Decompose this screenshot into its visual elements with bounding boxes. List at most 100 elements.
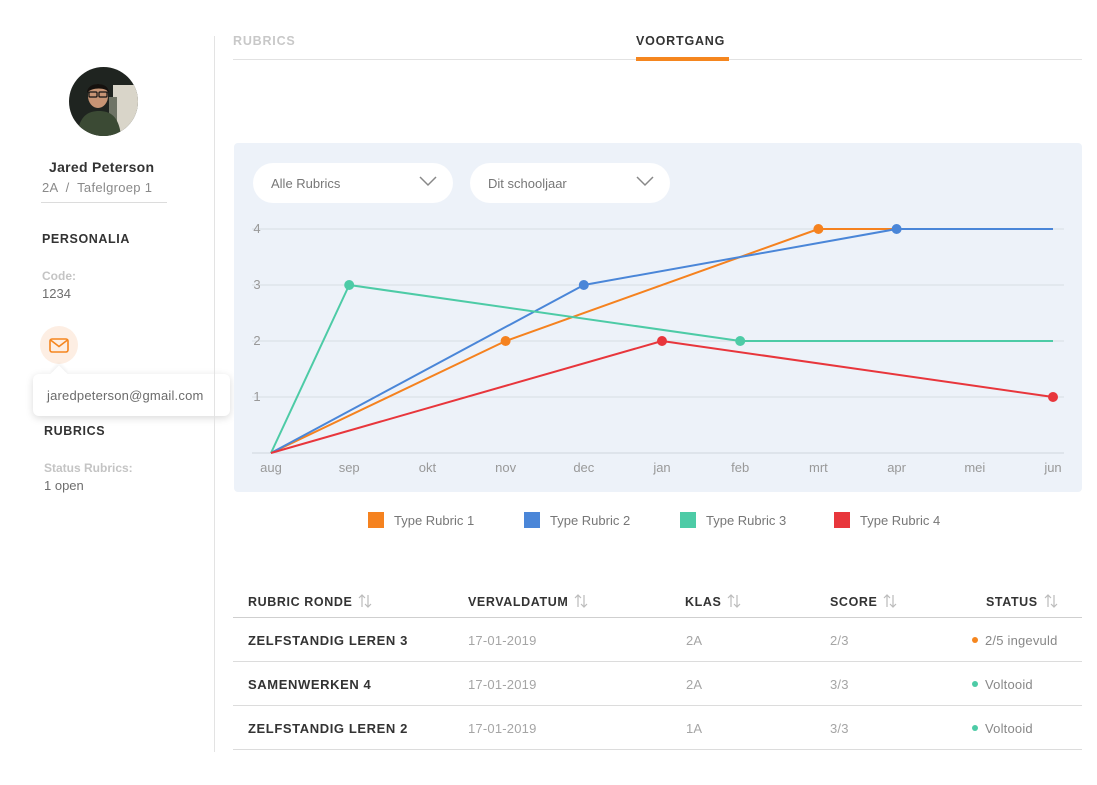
tab-voortgang[interactable]: VOORTGANG	[636, 34, 725, 48]
cell-ronde: ZELFSTANDIG LEREN 3	[248, 633, 408, 648]
x-tick-label: jan	[652, 460, 670, 475]
rubric-filter-value: Alle Rubrics	[271, 175, 341, 191]
cell-status: Voltooid	[972, 721, 1033, 736]
chevron-down-icon	[636, 176, 654, 187]
x-tick-label: dec	[573, 460, 594, 475]
sort-icon	[884, 594, 897, 608]
data-point-1	[500, 336, 511, 346]
status-text: Voltooid	[985, 677, 1033, 692]
cell-klas: 1A	[686, 721, 703, 736]
x-tick-label: apr	[887, 460, 906, 475]
cell-ronde: SAMENWERKEN 4	[248, 677, 372, 692]
code-value: 1234	[42, 286, 71, 301]
mail-icon	[49, 337, 69, 353]
column-header-vervaldatum[interactable]: VERVALDATUM	[468, 593, 589, 609]
y-tick-label: 2	[253, 333, 260, 348]
x-tick-label: mrt	[809, 460, 828, 475]
cell-score: 3/3	[830, 721, 849, 736]
sort-icon	[574, 594, 588, 608]
profile-sidebar: Jared Peterson 2A / Tafelgroep 1 PERSONA…	[0, 0, 230, 785]
sort-icon	[1044, 594, 1058, 608]
legend-item-rubric-3[interactable]: Type Rubric 3	[680, 512, 786, 528]
period-filter-select[interactable]: Dit schooljaar	[470, 163, 670, 203]
x-tick-label: feb	[731, 460, 749, 475]
cell-status: Voltooid	[972, 677, 1033, 692]
data-point-1	[813, 224, 824, 234]
status-dot	[972, 681, 978, 687]
status-text: Voltooid	[985, 721, 1033, 736]
legend-item-rubric-1[interactable]: Type Rubric 1	[368, 512, 474, 528]
avatar	[69, 67, 138, 136]
cell-vervaldatum: 17-01-2019	[468, 721, 537, 736]
column-header-score[interactable]: SCORE	[830, 593, 898, 609]
data-point-2	[578, 280, 589, 290]
x-tick-label: sep	[339, 460, 360, 475]
active-tab-indicator	[636, 57, 729, 61]
data-point-3	[344, 280, 355, 290]
column-header-klas[interactable]: KLAS	[685, 593, 742, 609]
sort-icon	[359, 594, 372, 608]
code-label: Code:	[42, 269, 76, 283]
x-tick-label: okt	[419, 460, 437, 475]
email-button[interactable]	[40, 326, 78, 364]
table-header: RUBRIC RONDE VERVALDATUM KLAS SCORE STAT…	[233, 585, 1082, 618]
legend-swatch	[680, 512, 696, 528]
rubric-table: RUBRIC RONDE VERVALDATUM KLAS SCORE STAT…	[233, 585, 1082, 750]
legend-label: Type Rubric 4	[860, 512, 941, 528]
column-header-ronde[interactable]: RUBRIC RONDE	[248, 593, 373, 609]
cell-score: 3/3	[830, 677, 849, 692]
series-line-3	[270, 284, 1053, 454]
email-tooltip: jaredpeterson@gmail.com	[33, 374, 230, 416]
legend-label: Type Rubric 1	[394, 512, 475, 528]
sort-icon	[728, 594, 741, 608]
y-tick-label: 3	[253, 277, 260, 292]
cell-ronde: ZELFSTANDIG LEREN 2	[248, 721, 408, 736]
rubrics-title: RUBRICS	[44, 424, 106, 438]
x-tick-label: nov	[495, 460, 516, 475]
cell-vervaldatum: 17-01-2019	[468, 633, 537, 648]
table-row[interactable]: SAMENWERKEN 4 17-01-2019 2A 3/3 Voltooid	[233, 662, 1082, 706]
chart-panel: 1 2 3 4 aug sep okt nov dec jan feb mrt apr mei jun Al…	[234, 143, 1082, 492]
rubric-filter-select[interactable]: Alle Rubrics	[253, 163, 453, 203]
legend-swatch	[368, 512, 384, 528]
cell-score: 2/3	[830, 633, 849, 648]
column-header-label: VERVALDATUM	[468, 595, 569, 609]
tab-rubrics[interactable]: RUBRICS	[233, 34, 296, 48]
x-tick-label: jun	[1043, 460, 1061, 475]
user-name: Jared Peterson	[49, 159, 155, 175]
cell-vervaldatum: 17-01-2019	[468, 677, 537, 692]
cell-klas: 2A	[686, 633, 703, 648]
status-dot	[972, 725, 978, 731]
chevron-down-icon	[419, 176, 437, 187]
period-filter-value: Dit schooljaar	[488, 175, 567, 191]
user-group: 2A / Tafelgroep 1	[42, 180, 153, 195]
legend-swatch	[524, 512, 540, 528]
column-header-status[interactable]: STATUS	[986, 593, 1059, 609]
data-point-2	[891, 224, 902, 234]
data-point-4	[657, 336, 667, 346]
legend-swatch	[834, 512, 850, 528]
y-tick-label: 4	[253, 221, 260, 236]
status-rubrics-value: 1 open	[44, 478, 84, 493]
table-row[interactable]: ZELFSTANDIG LEREN 3 17-01-2019 2A 2/3 2/…	[233, 618, 1082, 662]
legend-item-rubric-4[interactable]: Type Rubric 4	[834, 512, 940, 528]
cell-status: 2/5 ingevuld	[972, 633, 1058, 648]
data-point-4	[1048, 392, 1058, 402]
y-tick-label: 1	[253, 389, 260, 404]
status-rubrics-label: Status Rubrics:	[44, 461, 133, 475]
cell-klas: 2A	[686, 677, 703, 692]
column-header-label: KLAS	[685, 595, 722, 609]
table-row[interactable]: ZELFSTANDIG LEREN 2 17-01-2019 1A 3/3 Vo…	[233, 706, 1082, 750]
tab-bar: RUBRICS VOORTGANG	[233, 32, 1082, 61]
status-text: 2/5 ingevuld	[985, 633, 1058, 648]
personalia-title: PERSONALIA	[42, 232, 130, 246]
x-tick-label: aug	[260, 460, 282, 475]
column-header-label: SCORE	[830, 595, 878, 609]
status-dot	[972, 637, 978, 643]
sidebar-divider	[214, 36, 215, 752]
legend-label: Type Rubric 3	[706, 512, 787, 528]
column-header-label: STATUS	[986, 595, 1038, 609]
legend-item-rubric-2[interactable]: Type Rubric 2	[524, 512, 630, 528]
divider	[41, 202, 167, 203]
legend-label: Type Rubric 2	[550, 512, 631, 528]
